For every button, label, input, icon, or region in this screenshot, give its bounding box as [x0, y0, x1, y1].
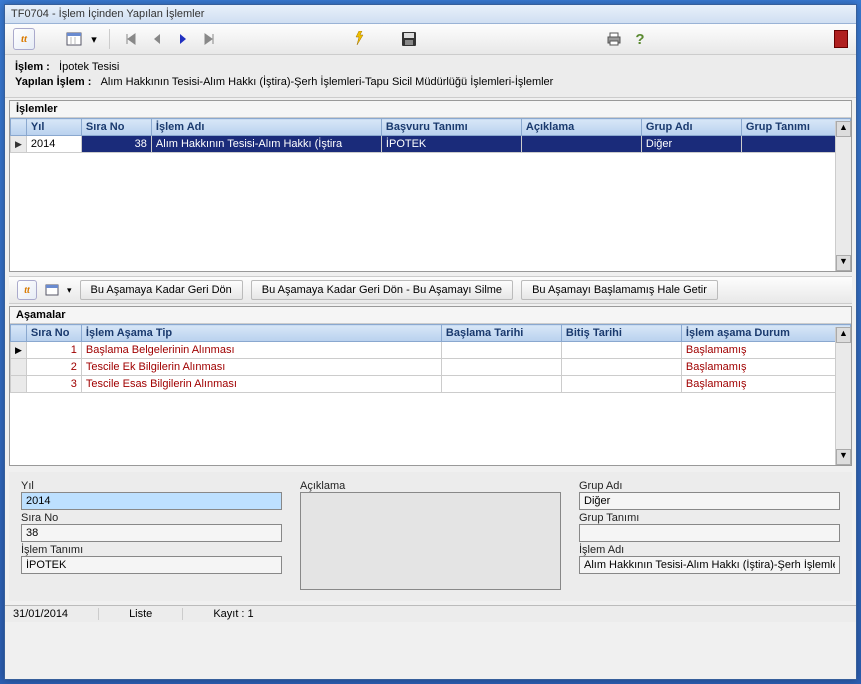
col-tip[interactable]: İşlem Aşama Tip [81, 325, 441, 342]
grup-adi-label: Grup Adı [579, 480, 622, 492]
col-bitis[interactable]: Bitiş Tarihi [561, 325, 681, 342]
stage-toolbar: tt ▾ Bu Aşamaya Kadar Geri Dön Bu Aşamay… [9, 276, 852, 304]
close-icon[interactable] [834, 30, 848, 48]
window-title: TF0704 - İşlem İçinden Yapılan İşlemler [5, 5, 856, 24]
table-row[interactable]: 2Tescile Ek Bilgilerin AlınmasıBaşlamamı… [11, 359, 851, 376]
islem-label: İşlem : [15, 61, 50, 73]
scrollbar[interactable]: ▲▼ [835, 327, 851, 465]
geri-don-button[interactable]: Bu Aşamaya Kadar Geri Dön [80, 280, 243, 300]
status-mode: Liste [129, 608, 183, 620]
col-sira[interactable]: Sıra No [26, 325, 81, 342]
islem-adi-field[interactable] [579, 556, 840, 574]
detail-form: Yıl Sıra No İşlem Tanımı Açıklama Grup A… [9, 472, 852, 601]
asamalar-title: Aşamalar [10, 307, 851, 324]
col-sira[interactable]: Sıra No [81, 119, 151, 136]
sira-label: Sıra No [21, 512, 58, 524]
col-grup-adi[interactable]: Grup Adı [641, 119, 741, 136]
yapilan-islem-value: Alım Hakkının Tesisi-Alım Hakkı (İştira)… [101, 76, 554, 88]
table-row[interactable]: ▶ 2014 38 Alım Hakkının Tesisi-Alım Hakk… [11, 136, 851, 153]
nav-first-icon[interactable] [120, 28, 142, 50]
scrollbar[interactable]: ▲▼ [835, 121, 851, 271]
islemler-table[interactable]: Yıl Sıra No İşlem Adı Başvuru Tanımı Açı… [10, 118, 851, 153]
app-logo-icon: tt [13, 28, 35, 50]
status-bar: 31/01/2014 Liste Kayıt : 1 [5, 605, 856, 622]
app-logo-icon: tt [17, 280, 37, 300]
nav-next-icon[interactable] [172, 28, 194, 50]
sira-field[interactable] [21, 524, 282, 542]
baslamamis-button[interactable]: Bu Aşamayı Başlamamış Hale Getir [521, 280, 718, 300]
islem-tanimi-field[interactable] [21, 556, 282, 574]
aciklama-field[interactable] [300, 492, 561, 590]
yil-field[interactable] [21, 492, 282, 510]
calendar-icon[interactable] [63, 28, 85, 50]
app-window: TF0704 - İşlem İçinden Yapılan İşlemler … [4, 4, 857, 680]
grup-adi-field[interactable] [579, 492, 840, 510]
table-row[interactable]: 3Tescile Esas Bilgilerin AlınmasıBaşlama… [11, 376, 851, 393]
table-row[interactable]: ▶1Başlama Belgelerinin AlınmasıBaşlamamı… [11, 342, 851, 359]
geri-don-silme-button[interactable]: Bu Aşamaya Kadar Geri Dön - Bu Aşamayı S… [251, 280, 513, 300]
yapilan-islem-label: Yapılan İşlem : [15, 76, 91, 88]
nav-prev-icon[interactable] [146, 28, 168, 50]
col-durum[interactable]: İşlem aşama Durum [681, 325, 850, 342]
yil-label: Yıl [21, 480, 34, 492]
dropdown-arrow-icon[interactable]: ▾ [89, 28, 99, 50]
status-kayit: Kayıt : 1 [213, 608, 253, 620]
asamalar-grid: Aşamalar Sıra No İşlem Aşama Tip Başlama… [9, 306, 852, 466]
status-date: 31/01/2014 [13, 608, 99, 620]
col-baslama[interactable]: Başlama Tarihi [441, 325, 561, 342]
islem-adi-label: İşlem Adı [579, 544, 624, 556]
col-islem-adi[interactable]: İşlem Adı [151, 119, 381, 136]
print-icon[interactable] [603, 28, 625, 50]
col-aciklama[interactable]: Açıklama [521, 119, 641, 136]
islemler-title: İşlemler [10, 101, 851, 118]
grup-tanimi-label: Grup Tanımı [579, 512, 639, 524]
save-icon[interactable] [398, 28, 420, 50]
execute-icon[interactable] [348, 28, 370, 50]
islem-value: İpotek Tesisi [59, 61, 119, 73]
nav-last-icon[interactable] [198, 28, 220, 50]
info-panel: İşlem : İpotek Tesisi Yapılan İşlem : Al… [5, 55, 856, 98]
col-yil[interactable]: Yıl [26, 119, 81, 136]
main-toolbar: tt ▾ ? [5, 24, 856, 55]
col-basvuru[interactable]: Başvuru Tanımı [381, 119, 521, 136]
calendar-icon[interactable] [45, 283, 59, 297]
aciklama-label: Açıklama [300, 480, 345, 492]
islemler-grid: İşlemler Yıl Sıra No İşlem Adı Başvuru T… [9, 100, 852, 272]
asamalar-table[interactable]: Sıra No İşlem Aşama Tip Başlama Tarihi B… [10, 324, 851, 393]
help-icon[interactable]: ? [629, 28, 651, 50]
grup-tanimi-field[interactable] [579, 524, 840, 542]
islem-tanimi-label: İşlem Tanımı [21, 544, 83, 556]
